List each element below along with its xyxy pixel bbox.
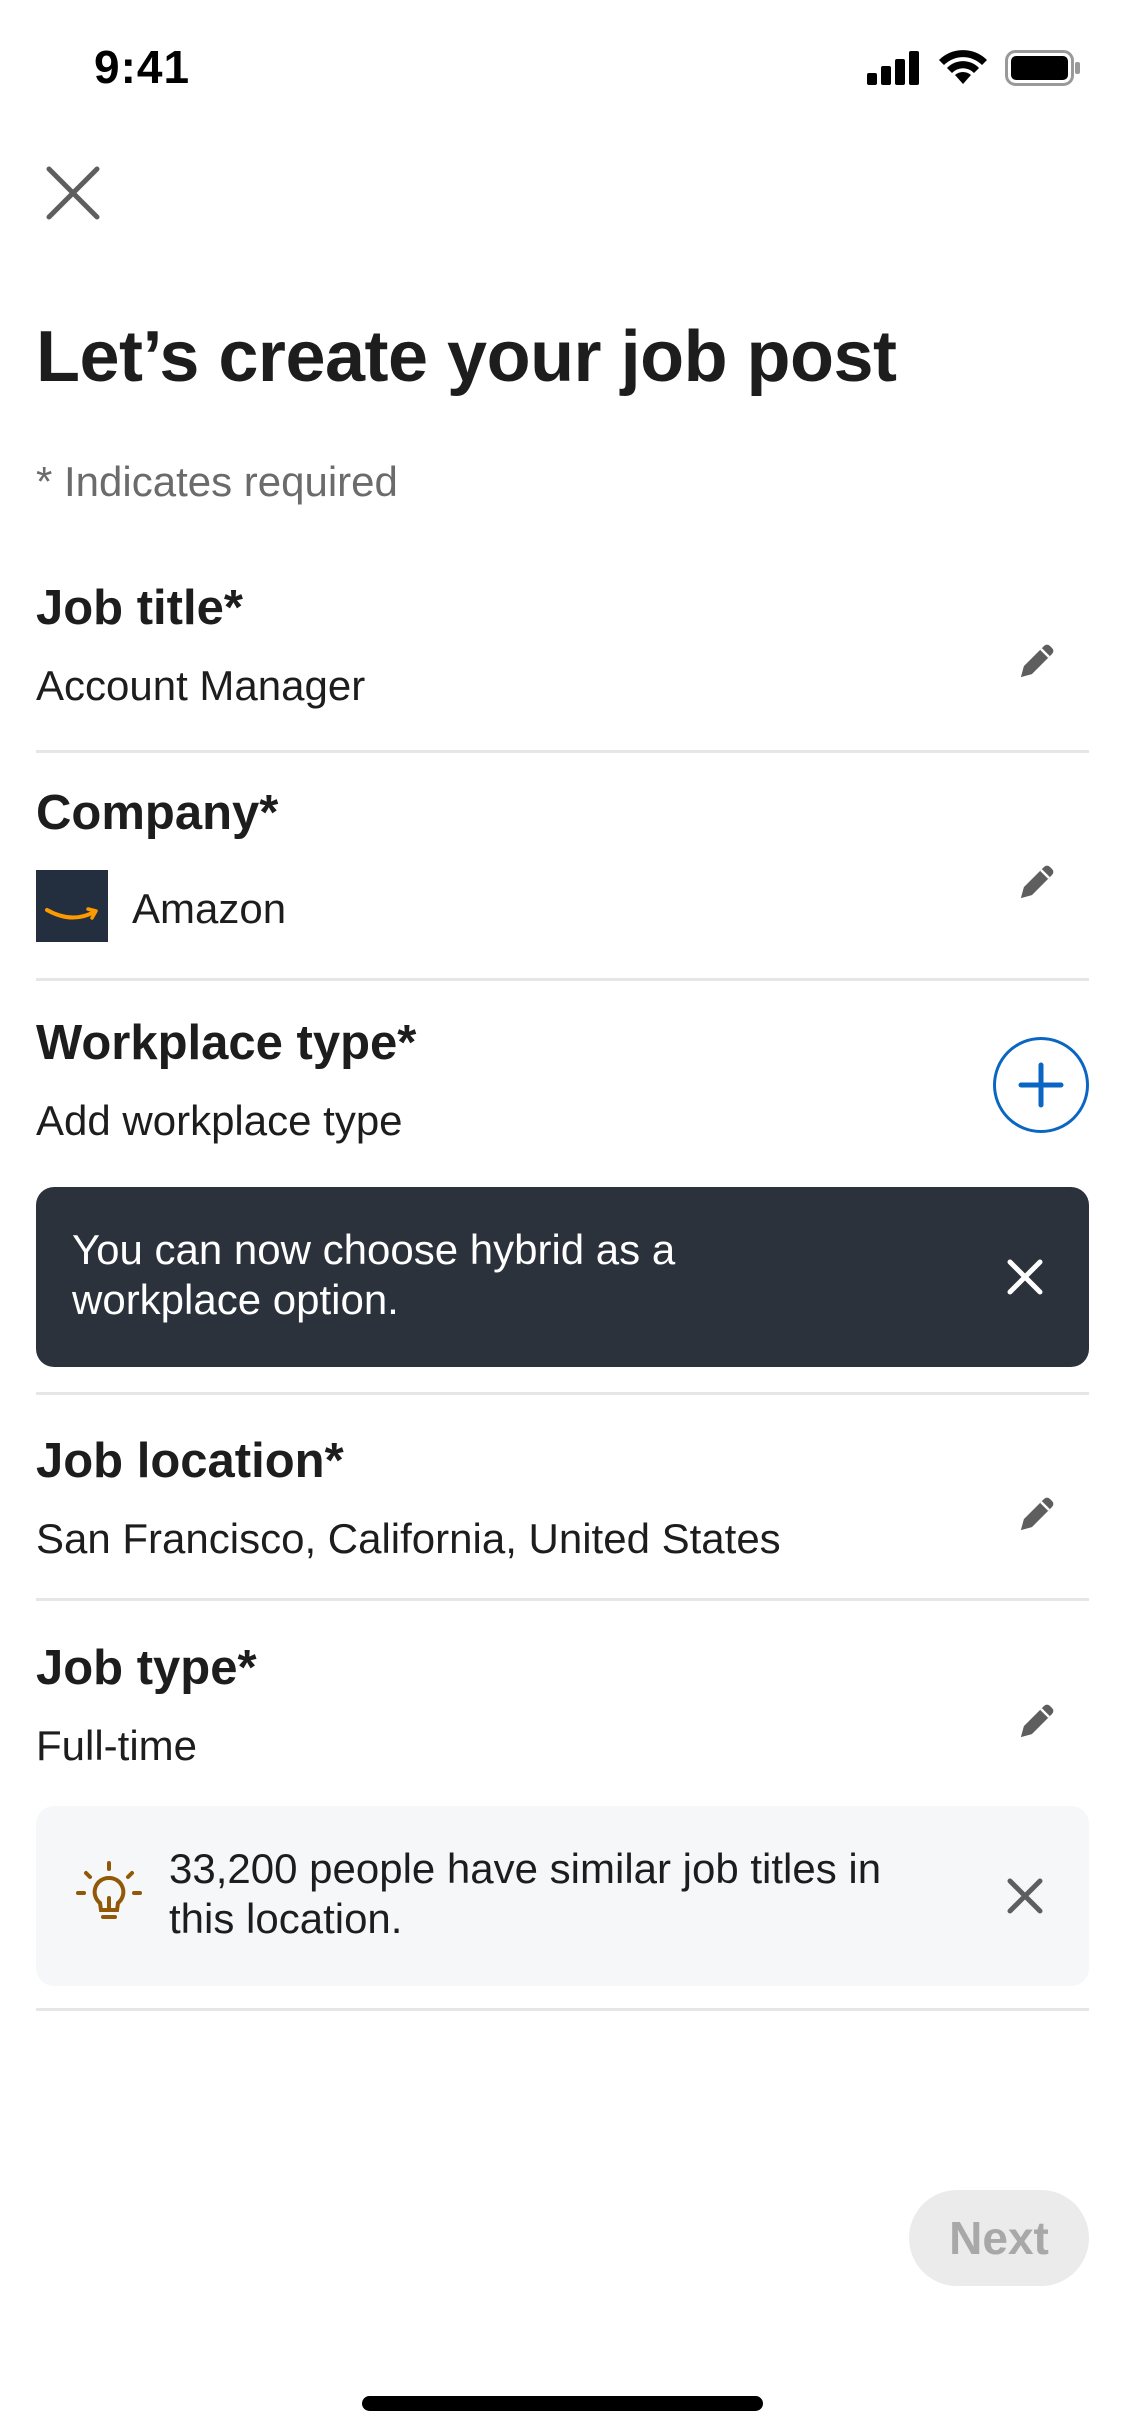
company-field[interactable]: Company* Amazon bbox=[36, 785, 1089, 975]
close-icon bbox=[1007, 1878, 1043, 1914]
next-button[interactable]: Next bbox=[909, 2190, 1089, 2286]
workplace-type-value: Add workplace type bbox=[36, 1097, 403, 1144]
status-icons bbox=[867, 50, 1081, 86]
job-location-label: Job location* bbox=[36, 1434, 344, 1488]
dismiss-tip-button[interactable] bbox=[985, 1237, 1065, 1317]
divider bbox=[36, 750, 1089, 753]
workplace-type-label: Workplace type* bbox=[36, 1016, 417, 1070]
lightbulb-icon bbox=[76, 1861, 142, 1919]
close-icon bbox=[46, 166, 100, 220]
job-location-field[interactable]: Job location* San Francisco, California,… bbox=[36, 1433, 1089, 1598]
wifi-icon bbox=[939, 50, 987, 84]
plus-icon bbox=[1018, 1062, 1064, 1108]
company-value: Amazon bbox=[132, 885, 287, 932]
divider bbox=[36, 1392, 1089, 1395]
status-time: 9:41 bbox=[94, 41, 191, 93]
required-note: * Indicates required bbox=[36, 458, 398, 505]
status-bar: 9:41 bbox=[0, 0, 1125, 140]
insight-text: 33,200 people have similar job titles in… bbox=[169, 1845, 882, 1942]
amazon-logo bbox=[36, 870, 108, 942]
divider bbox=[36, 2008, 1089, 2011]
pencil-icon bbox=[1021, 865, 1054, 898]
job-title-field[interactable]: Job title* Account Manager bbox=[36, 580, 1089, 750]
job-type-value: Full-time bbox=[36, 1722, 198, 1769]
edit-job-type-button[interactable] bbox=[996, 1682, 1076, 1762]
job-type-field[interactable]: Job type* Full-time bbox=[36, 1640, 1089, 1790]
battery-icon bbox=[1005, 50, 1080, 86]
company-label: Company* bbox=[36, 786, 279, 840]
amazon-smile-icon bbox=[45, 907, 98, 920]
home-indicator[interactable] bbox=[362, 2396, 763, 2411]
divider bbox=[36, 978, 1089, 981]
divider bbox=[36, 1598, 1089, 1601]
page-title: Let’s create your job post bbox=[36, 317, 897, 397]
edit-job-title-button[interactable] bbox=[996, 622, 1076, 702]
pencil-icon bbox=[1021, 1704, 1054, 1737]
job-location-value: San Francisco, California, United States bbox=[36, 1515, 781, 1562]
hybrid-workplace-tip: You can now choose hybrid as a workplace… bbox=[36, 1187, 1089, 1367]
add-workplace-type-button[interactable] bbox=[993, 1037, 1089, 1133]
cellular-signal-icon bbox=[867, 51, 919, 85]
job-post-screen: 9:41 Let’s create your job post * Indica… bbox=[0, 0, 1125, 2436]
close-button[interactable] bbox=[38, 158, 108, 228]
job-type-label: Job type* bbox=[36, 1641, 257, 1695]
dismiss-insight-button[interactable] bbox=[985, 1856, 1065, 1936]
pencil-icon bbox=[1021, 1497, 1054, 1530]
job-title-label: Job title* bbox=[36, 581, 243, 635]
workplace-type-field[interactable]: Workplace type* Add workplace type bbox=[36, 1015, 1089, 1165]
insight-card: 33,200 people have similar job titles in… bbox=[36, 1806, 1089, 1986]
job-title-value: Account Manager bbox=[36, 662, 366, 709]
close-icon bbox=[1007, 1259, 1043, 1295]
pencil-icon bbox=[1021, 644, 1054, 677]
edit-job-location-button[interactable] bbox=[996, 1475, 1076, 1555]
edit-company-button[interactable] bbox=[996, 843, 1076, 923]
hybrid-tip-text: You can now choose hybrid as a workplace… bbox=[72, 1226, 676, 1323]
